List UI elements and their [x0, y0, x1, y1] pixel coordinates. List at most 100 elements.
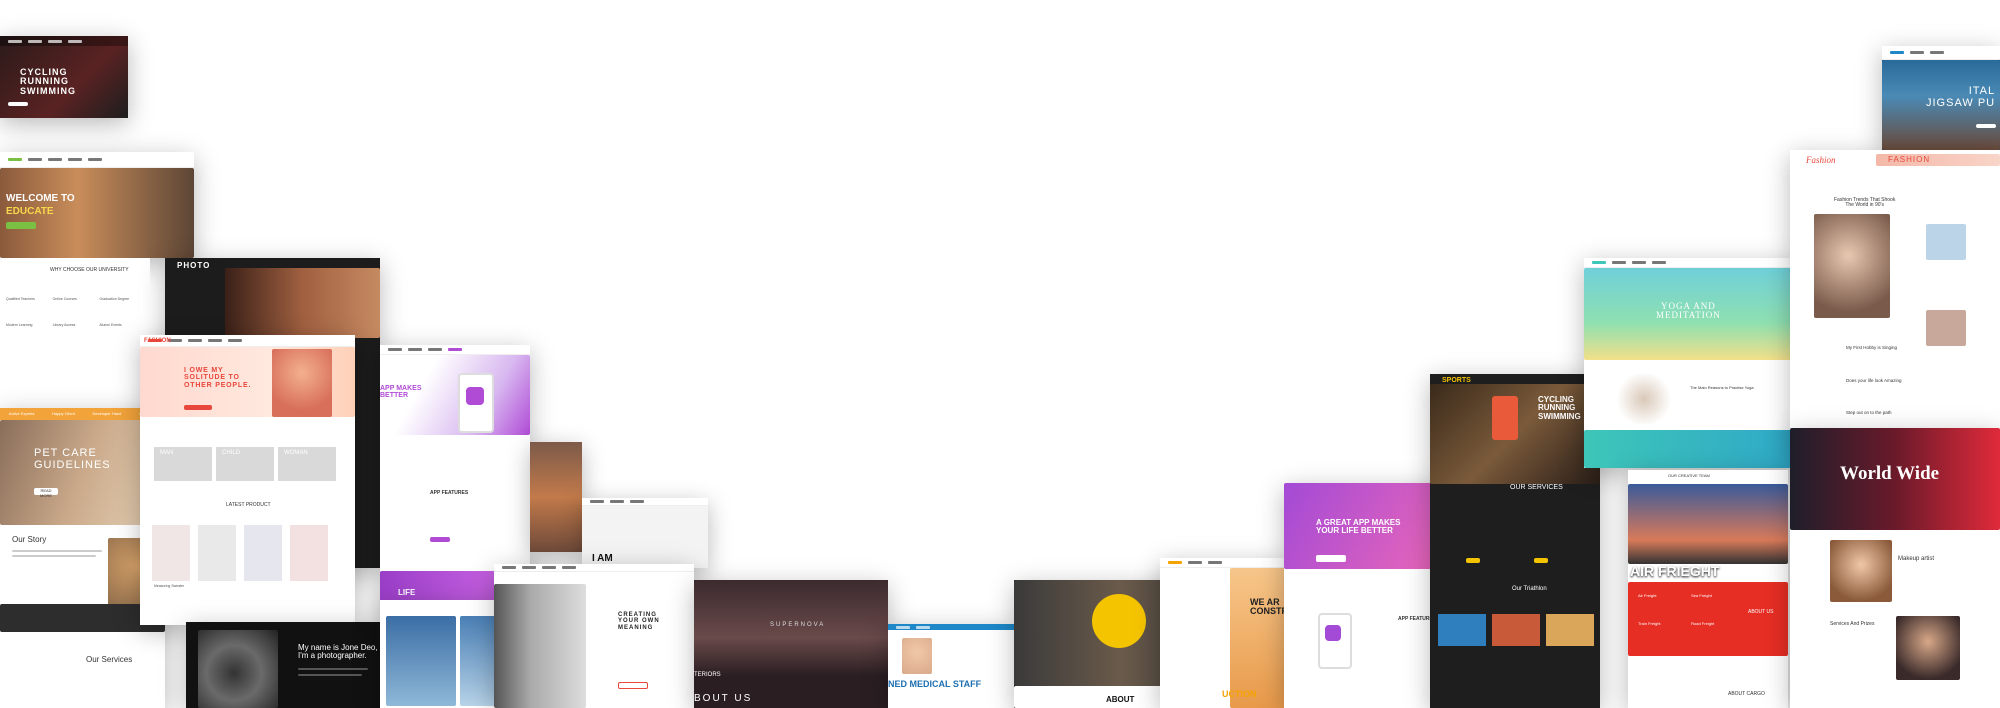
pen-template: I AM	[582, 498, 708, 568]
nav-bar	[1584, 258, 1796, 268]
event-card[interactable]	[1438, 614, 1486, 646]
features-heading: APP FEATURES	[430, 490, 469, 496]
hero-title: PET CARE GUIDELINES	[34, 447, 111, 471]
product-card[interactable]	[290, 525, 328, 581]
service-label: Sea Freight	[1691, 593, 1712, 598]
nav-bar	[582, 498, 708, 506]
service-label: Air Freight	[1638, 593, 1657, 598]
post-list: My First Hobby is Singing Does your life…	[1846, 345, 1902, 416]
triathlon-heading: Our Triathlon	[1512, 586, 1547, 592]
medical-template: NED MEDICAL STAFF	[888, 624, 1014, 708]
services-grid: Air Freight Sea Freight Train Freight Ro…	[1638, 593, 1715, 627]
service-button[interactable]	[1466, 558, 1480, 563]
fashion-template-left: FASHION I OWE MY SOLITUDE TO OTHER PEOPL…	[140, 335, 355, 625]
section-heading: WHY CHOOSE OUR UNIVERSITY	[50, 267, 129, 273]
yoga-pose	[1614, 374, 1674, 424]
cta-button[interactable]	[8, 102, 28, 106]
nav-bar	[1882, 46, 2000, 60]
download-button[interactable]	[430, 537, 450, 542]
text-line	[298, 674, 362, 676]
service-button[interactable]	[1534, 558, 1548, 563]
app-icon	[466, 387, 484, 405]
portrait-image	[494, 584, 586, 708]
hero-title: I OWE MY SOLITUDE TO OTHER PEOPLE.	[184, 367, 252, 389]
educate-features: WHY CHOOSE OUR UNIVERSITY Qualified Teac…	[0, 258, 150, 380]
cta-button[interactable]	[1976, 124, 1996, 128]
sports-template: SPORTS CYCLING RUNNING SWIMMING OUR SERV…	[1430, 374, 1600, 708]
category-label: WOMAN	[284, 450, 308, 456]
fashion-template-right: Fashion FASHION Fashion Trends That Shoo…	[1790, 150, 2000, 440]
event-card[interactable]	[1546, 614, 1594, 646]
phone-mockup	[1318, 613, 1352, 669]
cycling-template-left: CYCLING RUNNING SWIMMING	[0, 36, 128, 118]
category-label: CHILD	[222, 450, 241, 456]
services-heading: Our Services	[86, 655, 133, 664]
interiors-label: TERIORS	[694, 672, 721, 678]
feature-item: Graduation Degree	[99, 297, 130, 301]
portrait-image	[1896, 616, 1960, 680]
category-card[interactable]: MAN	[154, 447, 212, 481]
feature-item: Alumni Events	[99, 322, 122, 327]
stat-label: Developer Hand	[92, 410, 122, 416]
hero-image	[1628, 484, 1788, 564]
stats-band	[1584, 430, 1796, 468]
feature-image	[1814, 214, 1890, 318]
banner-text: FASHION	[1888, 155, 1931, 164]
read-button[interactable]	[618, 682, 648, 689]
about-heading: BOUT US	[694, 693, 753, 704]
photographer-template: My name is Jone Deo, I'm a photographer.	[186, 622, 386, 708]
nav-bar	[494, 564, 694, 572]
hero-title: AIR FRIEGHT	[1630, 563, 1720, 579]
portrait-image	[1830, 540, 1892, 602]
barber-logo	[1092, 594, 1146, 648]
promo-text: LIFE	[398, 588, 416, 597]
nav-bar	[0, 36, 128, 46]
intro-text: My name is Jone Deo, I'm a photographer.	[298, 643, 378, 661]
download-button[interactable]	[1316, 555, 1346, 562]
hero-title: A GREAT APP MAKES YOUR LIFE BETTER	[1316, 518, 1401, 536]
side-image	[1926, 310, 1966, 346]
apply-button[interactable]	[6, 222, 36, 229]
creating-template: CREATING YOUR OWN MEANING	[494, 564, 694, 708]
team-heading: OUR CREATIVE TEAM	[1668, 473, 1710, 478]
welcome-text: WELCOME TO	[6, 193, 75, 204]
text-line	[12, 555, 96, 557]
landscape-template	[530, 442, 582, 552]
cargo-template: OUR CREATIVE TEAM AIR FRIEGHT Air Freigh…	[1628, 470, 1788, 708]
shop-button[interactable]	[184, 405, 212, 410]
app-icon	[1325, 625, 1341, 641]
hero-title: NED MEDICAL STAFF	[888, 679, 982, 689]
post-title[interactable]: Does your life look Amazing	[1846, 378, 1902, 384]
supernova-template: SUPERNOVA TERIORS BOUT US	[694, 580, 888, 708]
product-row	[152, 525, 328, 581]
product-card[interactable]	[198, 525, 236, 581]
services-heading: OUR SERVICES	[1510, 484, 1563, 491]
triathlon-row	[1438, 614, 1594, 646]
feature-item: Modern Learning	[6, 322, 33, 327]
category-label: MAN	[160, 450, 174, 456]
headline: Fashion Trends That Shook The World in 9…	[1834, 197, 1896, 209]
text-line	[298, 668, 368, 670]
post-title[interactable]: My First Hobby is Singing	[1846, 345, 1902, 351]
product-card[interactable]	[152, 525, 190, 581]
service-label: Road Freight	[1691, 621, 1715, 627]
post-title[interactable]: Step out on to the path	[1846, 411, 1902, 416]
services-heading: Services And Prizes	[1830, 621, 1875, 627]
about-cargo-heading: ABOUT CARGO	[1728, 691, 1765, 697]
event-card[interactable]	[1492, 614, 1540, 646]
yoga-template: YOGA AND MEDITATION The Main Reasons to …	[1584, 258, 1796, 468]
phone-mockup	[1492, 396, 1518, 440]
category-card[interactable]: CHILD	[216, 447, 274, 481]
category-card[interactable]: WOMAN	[278, 447, 336, 481]
product-card[interactable]	[244, 525, 282, 581]
feature-grid: Qualified Teachers Online Courses Gradua…	[6, 297, 146, 327]
template-showcase: { "showcase": { "cycling_left": {"title"…	[0, 0, 2000, 708]
nav-bar	[1160, 558, 1290, 568]
nav-bar	[380, 345, 530, 355]
read-more-button[interactable]: READ MORE	[34, 488, 58, 498]
travel-template: ITAL JIGSAW PU	[1882, 46, 2000, 150]
side-image	[1926, 224, 1966, 260]
story-heading: Our Story	[12, 535, 47, 544]
stat-label: Happy Client	[51, 410, 75, 416]
hero-title: SUPERNOVA	[770, 622, 826, 628]
